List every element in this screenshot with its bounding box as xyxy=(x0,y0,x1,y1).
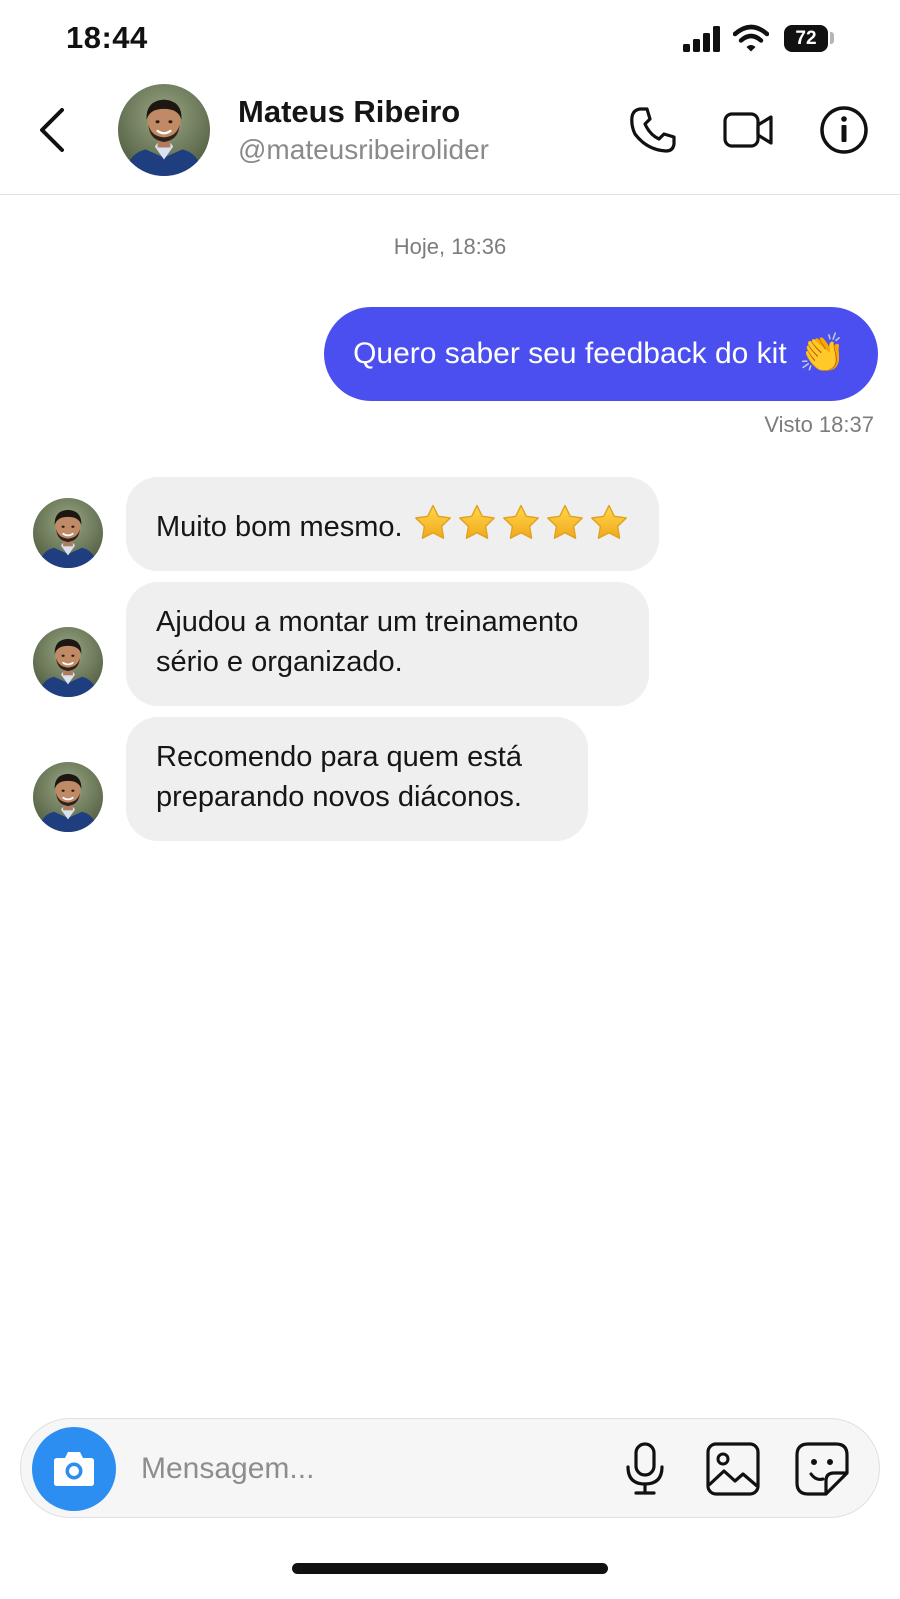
incoming-message[interactable]: Muito bom mesmo. xyxy=(126,477,659,571)
avatar[interactable] xyxy=(118,84,210,176)
microphone-icon[interactable] xyxy=(617,1441,673,1497)
home-indicator[interactable] xyxy=(292,1563,608,1574)
star-icon xyxy=(457,503,497,543)
avatar[interactable] xyxy=(33,627,103,697)
battery-icon: 72 xyxy=(784,25,828,52)
info-icon[interactable] xyxy=(818,104,870,156)
back-arrow-icon[interactable] xyxy=(30,104,74,156)
incoming-message[interactable]: Ajudou a montar um treinamento sério e o… xyxy=(126,582,649,706)
signal-icon xyxy=(683,26,720,52)
star-rating xyxy=(413,503,629,543)
star-icon xyxy=(589,503,629,543)
star-icon xyxy=(413,503,453,543)
gallery-icon[interactable] xyxy=(705,1441,761,1497)
status-bar: 18:44 72 xyxy=(0,0,900,80)
battery-cap xyxy=(830,32,834,44)
status-time: 18:44 xyxy=(66,20,148,55)
message-composer xyxy=(20,1418,880,1518)
battery-level: 72 xyxy=(795,28,817,49)
outgoing-message-text: Quero saber seu feedback do kit xyxy=(353,337,787,370)
contact-handle[interactable]: @mateusribeirolider xyxy=(238,134,489,166)
avatar[interactable] xyxy=(33,498,103,568)
incoming-message-text: Ajudou a montar um treinamento sério e o… xyxy=(156,606,579,678)
phone-icon[interactable] xyxy=(627,104,679,156)
date-separator: Hoje, 18:36 xyxy=(393,234,507,259)
chat-header: Mateus Ribeiro @mateusribeirolider xyxy=(0,80,900,195)
incoming-message-text: Recomendo para quem está preparando novo… xyxy=(156,741,522,813)
incoming-message-text: Muito bom mesmo. xyxy=(156,511,403,543)
contact-name[interactable]: Mateus Ribeiro xyxy=(238,94,460,130)
star-icon xyxy=(501,503,541,543)
wifi-icon xyxy=(733,24,769,52)
avatar[interactable] xyxy=(33,762,103,832)
incoming-message[interactable]: Recomendo para quem está preparando novo… xyxy=(126,717,588,841)
outgoing-message[interactable]: Quero saber seu feedback do kit 👏 xyxy=(324,307,878,401)
video-icon[interactable] xyxy=(722,104,774,156)
camera-button[interactable] xyxy=(32,1427,116,1511)
seen-status: Visto 18:37 xyxy=(764,412,874,437)
message-input[interactable] xyxy=(139,1445,603,1493)
sticker-icon[interactable] xyxy=(794,1441,850,1497)
camera-icon xyxy=(54,1452,94,1486)
star-icon xyxy=(545,503,585,543)
clapping-hands-icon: 👏 xyxy=(798,333,846,375)
